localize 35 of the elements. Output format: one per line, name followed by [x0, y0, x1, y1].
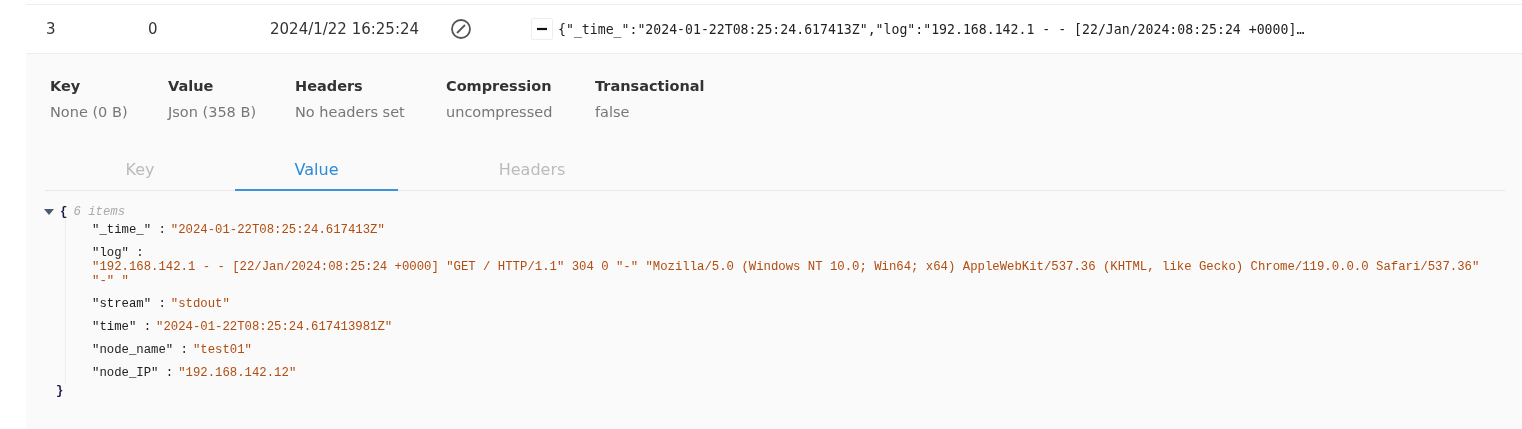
timestamp-cell-text: 2024/1/22 16:25:24	[270, 20, 421, 38]
caret-icon[interactable]	[44, 208, 54, 216]
message-preview: {"_time_":"2024-01-22T08:25:24.617413Z","log":"192.168.142.1 - - [22/Jan/2024:08:25:24 +0000]…	[558, 21, 1305, 37]
detail-value: uncompressed	[446, 104, 554, 120]
tab[interactable]: Key	[45, 150, 235, 191]
partition-cell-text: 0	[148, 20, 159, 38]
detail-label: Headers	[295, 78, 364, 94]
json-value: "192.168.142.12"	[178, 366, 297, 380]
tab[interactable]: Headers	[398, 150, 666, 191]
json-value: "2024-01-22T08:25:24.617413981Z"	[156, 320, 393, 334]
json-value: "stdout"	[170, 297, 230, 311]
json-key: "time" :	[92, 320, 152, 334]
json-key: "_time_" :	[92, 223, 166, 237]
json-key: "log" :	[92, 246, 1522, 260]
json-key: "node_IP" :	[92, 366, 174, 380]
detail-value: No headers set	[295, 104, 406, 120]
collapse-button[interactable]	[531, 18, 553, 40]
detail-value: Json (358 B)	[168, 104, 258, 120]
open-brace: {	[60, 205, 68, 219]
detail-label: Key	[50, 78, 82, 94]
close-brace: }	[56, 384, 64, 398]
item-count: 6 items	[73, 205, 126, 219]
json-value: "192.168.142.1 - - [22/Jan/2024:08:25:24 +0000] "GET / HTTP/1.1" 304 0 "-" "Mozilla/5.0 (Windows NT 10.0; Win64; x64) AppleWebKit/537.36 (KHTML, like Gecko) Chrome/119.0.0.0 Safari/537.36" "-" "	[92, 260, 1481, 288]
tab[interactable]: Value	[235, 150, 398, 191]
detail-label: Value	[168, 78, 215, 94]
detail-label: Transactional	[595, 78, 706, 94]
json-value: "2024-01-22T08:25:24.617413Z"	[170, 223, 385, 237]
json-key: "stream" :	[92, 297, 166, 311]
json-value: "test01"	[192, 343, 252, 357]
detail-value: None (0 B)	[50, 104, 129, 120]
detail-label: Compression	[446, 78, 553, 94]
json-key: "node_name" :	[92, 343, 188, 357]
detail-value: false	[595, 104, 631, 120]
offset-cell-text: 3	[45, 20, 57, 38]
prohibited-icon	[450, 18, 472, 40]
